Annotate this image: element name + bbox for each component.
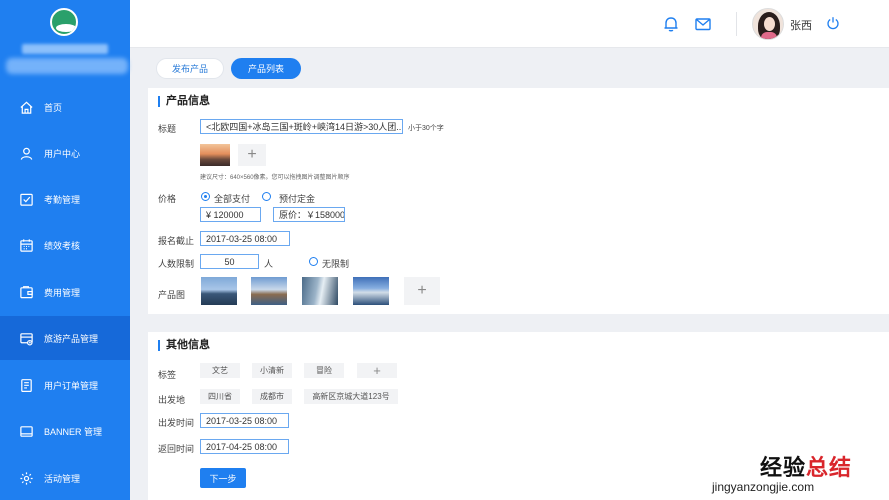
sidebar-item-performance[interactable]: 绩效考核 [0,223,130,267]
radio-full-payment-label: 全部支付 [214,194,251,204]
plus-icon: + [373,363,381,378]
product-info-panel: 产品信息 标题 <北欧四国+冰岛三国+斑岭+峡湾14日游>30人团... 小于3… [148,88,889,314]
top-header: 张西 [130,0,889,48]
gear-icon [18,470,34,486]
price-label: 价格 [158,194,177,204]
watermark-url: jingyanzongjie.com [712,480,815,494]
sidebar-item-activities[interactable]: 活动管理 [0,456,130,500]
sidebar-item-label: 活动管理 [44,473,81,484]
username[interactable]: 张西 [790,17,812,33]
sidebar-item-label: 绩效考核 [44,240,81,251]
product-image-4[interactable] [353,277,389,305]
sidebar-item-label: 费用管理 [44,287,81,298]
section-title: 产品信息 [158,96,210,107]
mail-icon[interactable] [694,15,712,33]
radio-full-payment[interactable] [201,192,210,201]
blurred-app-name [22,44,108,54]
people-unit: 人 [264,259,274,269]
depart-time-label: 出发时间 [158,418,195,428]
tab-product-list[interactable]: 产品列表 [231,58,301,79]
add-title-image-button[interactable]: + [238,144,266,166]
product-images-label: 产品图 [158,290,186,300]
sidebar-item-expenses[interactable]: 费用管理 [0,270,130,314]
add-tag-button[interactable]: + [357,363,397,378]
sidebar-item-label: 首页 [44,102,63,113]
sidebar-item-label: BANNER 管理 [44,426,103,437]
people-limit-input[interactable]: 50 [200,254,259,269]
depart-time-input[interactable]: 2017-03-25 08:00 [200,413,289,428]
title-hint: 小于30个字 [408,125,444,132]
title-input[interactable]: <北欧四国+冰岛三国+斑岭+峡湾14日游>30人团... [200,119,403,134]
sidebar-item-user-center[interactable]: 用户中心 [0,131,130,175]
section-title: 其他信息 [158,340,210,351]
return-time-input[interactable]: 2017-04-25 08:00 [200,439,289,454]
return-time-label: 返回时间 [158,444,195,454]
plus-icon: + [417,282,427,299]
sidebar-item-attendance[interactable]: 考勤管理 [0,177,130,221]
watermark-title-b: 总结 [806,455,853,480]
title-label: 标题 [158,124,177,134]
sidebar-item-home[interactable]: 首页 [0,85,130,129]
sidebar-item-travel-products[interactable]: 旅游产品管理 [0,316,130,360]
home-icon [18,99,34,115]
add-product-image-button[interactable]: + [404,277,440,305]
product-image-1[interactable] [201,277,237,305]
banner-icon [18,423,34,439]
people-limit-label: 人数限制 [158,259,195,269]
checkbox-icon [18,191,34,207]
departure-label: 出发地 [158,395,186,405]
calendar-icon [18,237,34,253]
logo [50,8,78,36]
power-icon[interactable] [826,16,840,30]
price-input[interactable]: ¥ 120000 [200,207,261,222]
sidebar-item-label: 用户中心 [44,148,81,159]
radio-deposit-label: 预付定金 [279,194,316,204]
image-size-hint: 建议尺寸：640×560像素。您可以拖拽图片调整图片顺序 [200,175,350,181]
tag-chip[interactable]: 小清新 [252,363,292,378]
next-step-button[interactable]: 下一步 [200,468,246,488]
bell-icon[interactable] [662,15,680,33]
sidebar: 首页 用户中心 考勤管理 绩效考核 费用管理 旅游产品管理 用户订单管理 BAN… [0,0,130,500]
tab-bar: 发布产品 产品列表 [148,50,889,86]
radio-unlimited[interactable] [309,257,318,266]
departure-city[interactable]: 成都市 [252,389,292,404]
deadline-label: 报名截止 [158,236,195,246]
radio-unlimited-label: 无限制 [322,259,350,269]
product-image-3[interactable] [302,277,338,305]
tab-publish-product[interactable]: 发布产品 [156,58,224,79]
blurred-app-subtitle [6,58,128,74]
title-image-thumbnail[interactable] [200,144,230,166]
original-price-input[interactable]: 原价：￥158000 [273,207,345,222]
wallet-icon [18,284,34,300]
watermark-title-a: 经验 [760,455,807,480]
plus-icon: + [247,146,257,163]
avatar[interactable] [752,8,784,40]
sidebar-item-label: 旅游产品管理 [44,333,99,344]
tag-chip[interactable]: 冒险 [304,363,344,378]
user-icon [18,145,34,161]
product-card-icon [18,330,34,346]
sidebar-item-user-orders[interactable]: 用户订单管理 [0,363,130,407]
product-image-2[interactable] [251,277,287,305]
departure-province[interactable]: 四川省 [200,389,240,404]
radio-deposit[interactable] [262,192,271,201]
sidebar-item-banner[interactable]: BANNER 管理 [0,409,130,453]
document-icon [18,377,34,393]
sidebar-item-label: 用户订单管理 [44,380,99,391]
watermark-title: 经验总结 [760,450,852,482]
sidebar-item-label: 考勤管理 [44,194,81,205]
header-divider [736,12,737,36]
tag-chip[interactable]: 文艺 [200,363,240,378]
tags-label: 标签 [158,370,177,380]
deadline-input[interactable]: 2017-03-25 08:00 [200,231,290,246]
departure-address[interactable]: 高新区京城大道123号 [304,389,398,404]
